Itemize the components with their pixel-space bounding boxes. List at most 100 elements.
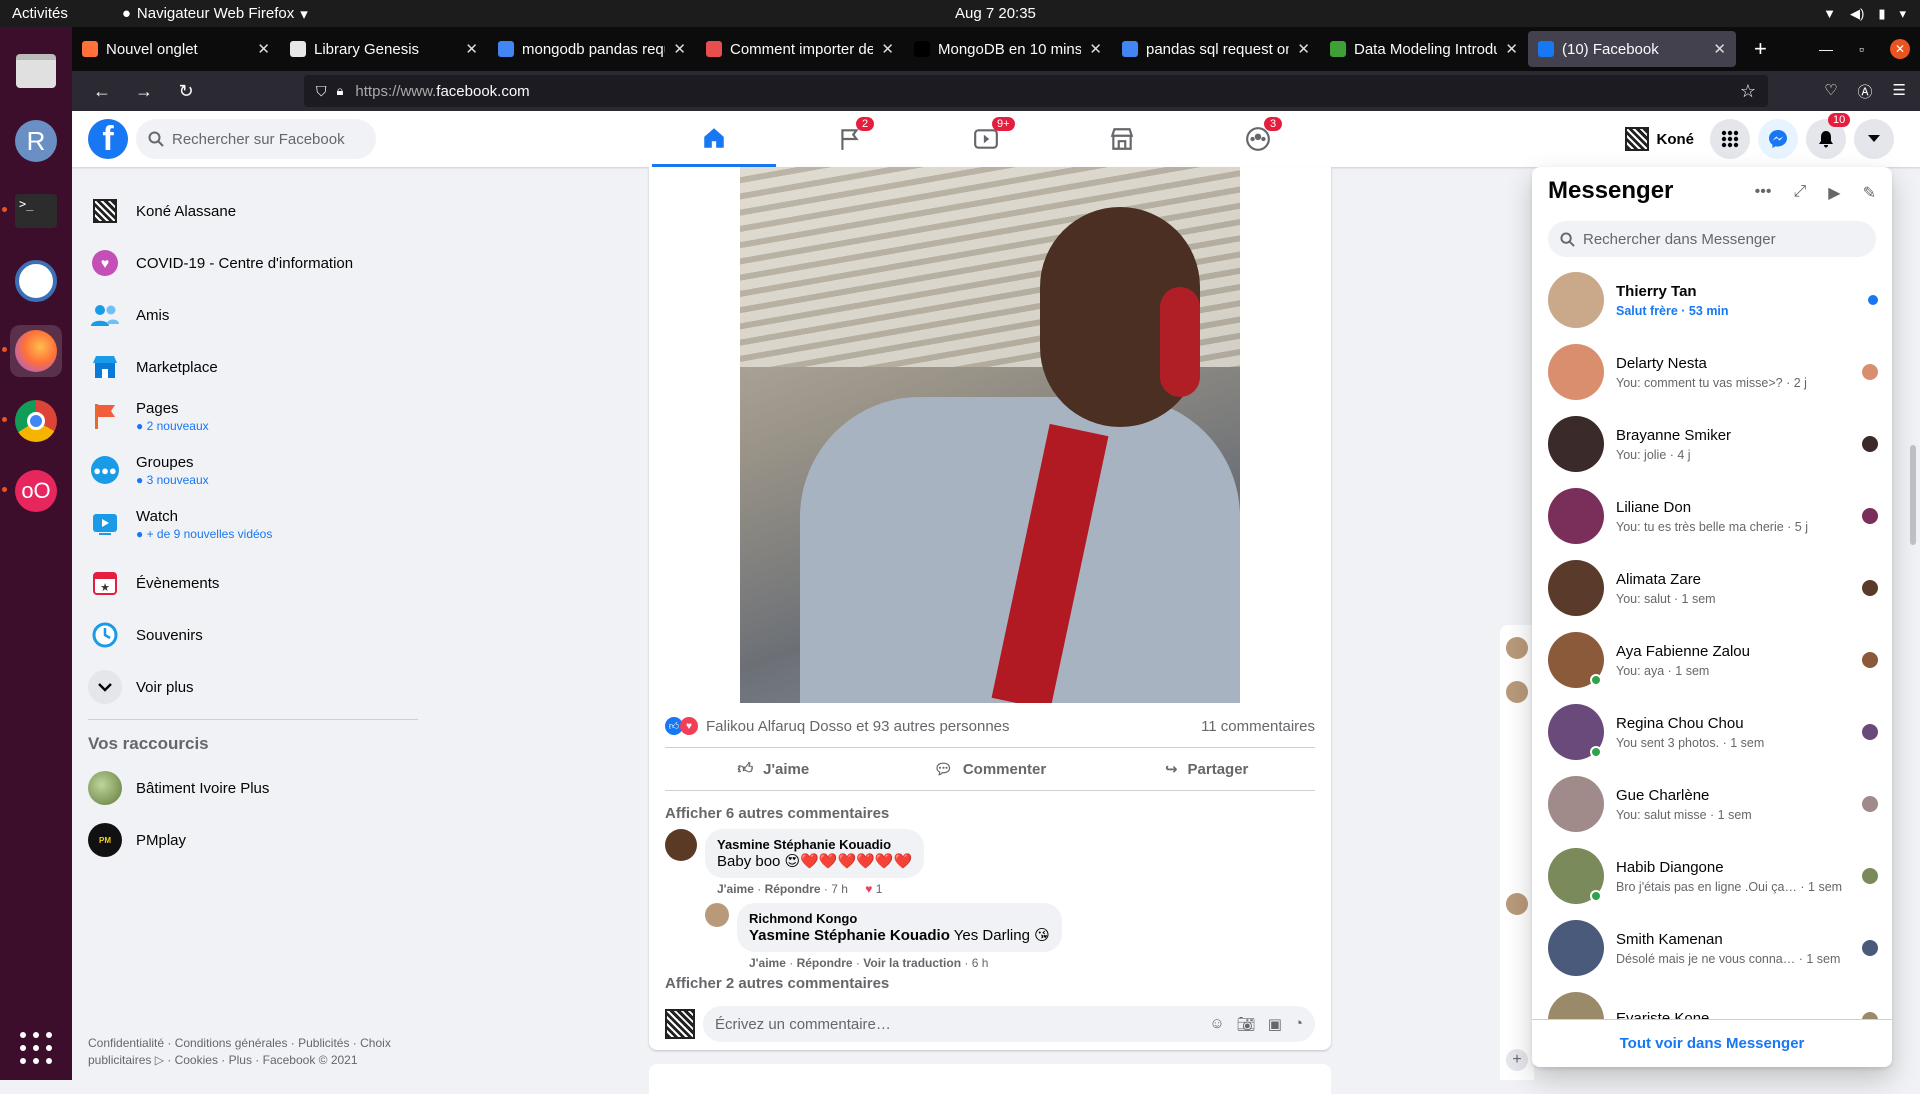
conversation-item[interactable]: Aya Fabienne Zalou You: aya · 1 sem	[1548, 627, 1884, 693]
compose-icon[interactable]: ✎	[1863, 183, 1876, 203]
comment-mention[interactable]: Yasmine Stéphanie Kouadio	[749, 927, 950, 944]
close-tab-icon[interactable]: ✕	[881, 40, 894, 58]
sidebar-item-groups[interactable]: ●●● Groupes ● 3 nouveaux	[88, 453, 209, 487]
forward-button[interactable]: →	[132, 81, 156, 102]
menu-grid-button[interactable]	[1710, 119, 1750, 159]
account-icon[interactable]: Ⓐ	[1858, 81, 1873, 102]
footer-links[interactable]: Confidentialité · Conditions générales ·…	[88, 1035, 418, 1069]
see-all-messenger-link[interactable]: Tout voir dans Messenger	[1532, 1019, 1892, 1067]
conversation-item[interactable]: Liliane Don You: tu es très belle ma cher…	[1548, 483, 1884, 549]
activities-button[interactable]: Activités	[12, 5, 68, 22]
profile-shortcut[interactable]: Koné	[1624, 127, 1694, 151]
facebook-logo-icon[interactable]: f	[88, 119, 128, 159]
r-icon[interactable]: R	[10, 115, 62, 167]
messenger-button[interactable]	[1758, 119, 1798, 159]
url-text[interactable]: https://www.facebook.com	[355, 83, 529, 100]
browser-tab[interactable]: mongodb pandas reque ✕	[488, 31, 696, 67]
video-call-icon[interactable]: ▶	[1828, 183, 1840, 203]
close-tab-icon[interactable]: ✕	[1505, 40, 1518, 58]
browser-tab[interactable]: pandas sql request on ✕	[1112, 31, 1320, 67]
terminal-icon[interactable]: >_	[2, 185, 62, 237]
sticker-icon[interactable]: ◔	[1294, 1015, 1303, 1033]
shield-icon[interactable]: ⛉	[316, 83, 327, 100]
expand-icon[interactable]: ⤢	[1793, 183, 1806, 203]
menu-icon[interactable]: ☰	[1893, 81, 1906, 102]
conversation-item[interactable]: Alimata Zare You: salut · 1 sem	[1548, 555, 1884, 621]
conversation-item[interactable]: Regina Chou Chou You sent 3 photos. · 1 s…	[1548, 699, 1884, 765]
back-button[interactable]: ←	[90, 81, 114, 102]
page-scrollbar[interactable]	[1910, 445, 1916, 545]
avatar[interactable]	[665, 829, 697, 861]
conversation-item[interactable]: Smith Kamenan Désolé mais je ne vous conn…	[1548, 915, 1884, 981]
browser-tab-active[interactable]: (10) Facebook ✕	[1528, 31, 1736, 67]
avatar[interactable]	[1506, 893, 1528, 915]
share-button[interactable]: ↪ Partager	[1098, 760, 1315, 779]
system-tray[interactable]: ▼ ◀) ▮ ▾	[1823, 6, 1906, 22]
conversation-item[interactable]: Brayanne Smiker You: jolie · 4 j	[1548, 411, 1884, 477]
more-options-icon[interactable]: •••	[1755, 183, 1772, 203]
chrome-icon[interactable]	[2, 395, 62, 447]
pocket-icon[interactable]: ♡	[1824, 81, 1837, 102]
nav-watch-tab[interactable]: 9+	[924, 111, 1048, 167]
sidebar-item-marketplace[interactable]: Marketplace	[88, 350, 218, 384]
android-studio-icon[interactable]	[10, 255, 62, 307]
gif-icon[interactable]: ▣	[1268, 1015, 1282, 1033]
close-tab-icon[interactable]: ✕	[1713, 40, 1726, 58]
new-message-icon[interactable]: +	[1506, 1049, 1528, 1071]
comments-count[interactable]: 11 commentaires	[1201, 718, 1315, 735]
browser-tab[interactable]: Comment importer de ✕	[696, 31, 904, 67]
nav-marketplace-tab[interactable]	[1060, 111, 1184, 167]
reactions-text[interactable]: Falikou Alfaruq Dosso et 93 autres perso…	[706, 718, 1010, 735]
show-more-comments[interactable]: Afficher 6 autres commentaires	[665, 805, 889, 822]
conversation-item[interactable]: Thierry Tan Salut frère · 53 min	[1548, 267, 1884, 333]
facebook-search-input[interactable]: Rechercher sur Facebook	[136, 119, 376, 159]
browser-tab[interactable]: Nouvel onglet ✕	[72, 31, 280, 67]
camera-icon[interactable]: 📷︎	[1237, 1015, 1256, 1033]
show-more-comments[interactable]: Afficher 2 autres commentaires	[665, 975, 889, 992]
post-photo[interactable]	[740, 167, 1240, 703]
conversation-item[interactable]: Evariste Kone	[1548, 987, 1884, 1019]
emoji-icon[interactable]: ☺	[1209, 1015, 1224, 1033]
minimize-window-button[interactable]: —	[1819, 41, 1833, 57]
reload-button[interactable]: ↻	[174, 81, 198, 102]
account-menu-button[interactable]	[1854, 119, 1894, 159]
comment-input[interactable]: Écrivez un commentaire… ☺ 📷︎ ▣ ◔	[703, 1006, 1315, 1042]
lock-icon[interactable]: 🔒︎	[337, 83, 344, 99]
conversation-item[interactable]: Habib Diangone Bro j'étais pas en ligne .…	[1548, 843, 1884, 909]
firefox-icon[interactable]	[2, 325, 62, 377]
show-apps-icon[interactable]	[20, 1032, 52, 1064]
comment-like-link[interactable]: J'aime	[717, 882, 754, 896]
bookmark-star-icon[interactable]: ☆	[1740, 81, 1756, 102]
sidebar-item-watch[interactable]: Watch ● + de 9 nouvelles vidéos	[88, 507, 272, 541]
maximize-window-button[interactable]: ▫	[1859, 41, 1864, 57]
comment-reply-link[interactable]: Répondre	[797, 956, 853, 970]
comment-reply-link[interactable]: Répondre	[765, 882, 821, 896]
translate-link[interactable]: Voir la traduction	[863, 956, 961, 970]
close-tab-icon[interactable]: ✕	[1297, 40, 1310, 58]
new-tab-button[interactable]: +	[1754, 36, 1767, 62]
nav-groups-tab[interactable]: 3	[1196, 111, 1320, 167]
nav-pages-tab[interactable]: 2	[788, 111, 912, 167]
close-tab-icon[interactable]: ✕	[1089, 40, 1102, 58]
sidebar-item-covid[interactable]: ♥ COVID-19 - Centre d'information	[88, 246, 353, 280]
url-bar[interactable]: ⛉ 🔒︎ https://www.facebook.com ☆	[304, 75, 1768, 107]
comment-like-link[interactable]: J'aime	[749, 956, 786, 970]
close-window-button[interactable]: ✕	[1890, 39, 1910, 59]
browser-tab[interactable]: Library Genesis ✕	[280, 31, 488, 67]
avatar[interactable]	[1506, 637, 1528, 659]
close-tab-icon[interactable]: ✕	[673, 40, 686, 58]
comment-author[interactable]: Richmond Kongo	[749, 911, 1050, 926]
comment-button[interactable]: 💬︎ Commenter	[882, 760, 1099, 779]
messenger-search-input[interactable]: Rechercher dans Messenger	[1548, 221, 1876, 257]
clock[interactable]: Aug 7 20:35	[955, 5, 1036, 22]
close-tab-icon[interactable]: ✕	[465, 40, 478, 58]
avatar[interactable]	[1506, 681, 1528, 703]
nav-home-tab[interactable]	[652, 111, 776, 167]
browser-tab[interactable]: Data Modeling Introdu ✕	[1320, 31, 1528, 67]
shortcut-item[interactable]: PM PMplay	[88, 823, 186, 857]
app-menu[interactable]: ● Navigateur Web Firefox ▾	[122, 5, 308, 23]
conversation-item[interactable]: Delarty Nesta You: comment tu vas misse>?…	[1548, 339, 1884, 405]
comment-author[interactable]: Yasmine Stéphanie Kouadio	[717, 837, 912, 852]
reactions-summary[interactable]: 👍︎ ♥ Falikou Alfaruq Dosso et 93 autres …	[665, 717, 1315, 735]
sidebar-item-events[interactable]: ★ Évènements	[88, 566, 219, 600]
